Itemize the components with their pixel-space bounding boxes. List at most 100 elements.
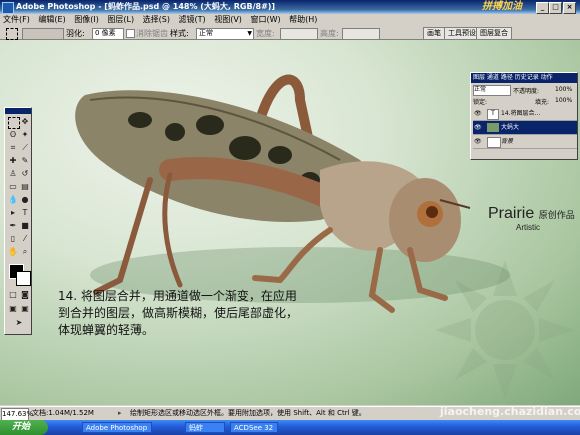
jump-to-imageready-icon[interactable]: ➤ — [14, 318, 24, 328]
logo-text: Prairie — [488, 205, 535, 222]
layer-thumbnail — [487, 123, 499, 132]
title-bar: Adobe Photoshop - [蚂蚱作品.psd @ 148% (大蚂大,… — [0, 0, 580, 14]
taskbar: 开始 Adobe Photoshop 蚂蚱 ACDSee 32 — [0, 420, 580, 435]
well-brushes[interactable]: 画笔 — [423, 27, 445, 40]
task-acdsee[interactable]: ACDSee 32 — [230, 422, 278, 433]
toolbox: ✥ ʘ ✦ ⌗ ⟋ ✚ ✎ ♙ ↺ ▭ ▤ 💧 ● ▸ T ✒ ■ ▯ ⁄ ✋ … — [4, 107, 32, 335]
opacity-label: 不透明度: — [513, 88, 540, 95]
logo-sub: 原创作品 — [538, 210, 575, 220]
menu-window[interactable]: 窗口(W) — [250, 15, 280, 24]
menu-select[interactable]: 选择(S) — [143, 15, 170, 24]
antialias-label: 消除锯齿 — [136, 29, 168, 38]
eraser-icon[interactable]: ▭ — [8, 182, 18, 192]
minimize-button[interactable]: _ — [536, 2, 549, 14]
selection-mode-buttons[interactable] — [22, 28, 64, 40]
move-icon[interactable]: ✥ — [20, 117, 30, 127]
menu-file[interactable]: 文件(F) — [3, 15, 30, 24]
well-tool-presets[interactable]: 工具预设 — [444, 27, 480, 40]
blend-mode-select[interactable]: 正常 — [473, 85, 511, 96]
stamp-icon[interactable]: ♙ — [8, 169, 18, 179]
layers-panel-tabs[interactable]: 图层 通道 路径 历史记录 动作 — [471, 73, 577, 83]
menu-filter[interactable]: 滤镜(T) — [179, 15, 206, 24]
tutorial-caption: 14. 将图层合并，用通道做一个渐变，在应用到合并的图层，做高斯模糊，使后尾部虚… — [58, 289, 299, 337]
eye-icon[interactable]: 👁 — [474, 121, 482, 134]
feather-input[interactable]: 0 像素 — [92, 28, 124, 40]
blur-icon[interactable]: 💧 — [8, 195, 18, 205]
toolbox-header[interactable] — [5, 108, 31, 114]
hand-icon[interactable]: ✋ — [8, 247, 18, 257]
layer-row[interactable]: 👁 背景 — [473, 135, 577, 149]
style-label: 样式: — [170, 29, 189, 38]
fill-value[interactable]: 100% — [555, 97, 572, 104]
layer-name: 14.将图层合... — [501, 110, 541, 117]
zoom-icon[interactable]: ⌕ — [20, 247, 30, 257]
chevron-down-icon: ▼ — [247, 30, 252, 37]
eye-icon[interactable]: 👁 — [474, 135, 482, 148]
task-grasshopper[interactable]: 蚂蚱 — [185, 422, 225, 433]
feather-label: 羽化: — [66, 29, 85, 38]
layer-row[interactable]: 👁 T 14.将图层合... — [473, 107, 577, 121]
layers-panel: 图层 通道 路径 历史记录 动作 正常 不透明度: 100% 锁定: 填充: 1… — [470, 72, 578, 160]
magic-wand-icon[interactable]: ✦ — [20, 130, 30, 140]
brand-logo-text: 拼搏加油 — [482, 1, 522, 12]
lock-label: 锁定: — [473, 99, 488, 106]
menu-layer[interactable]: 图层(L) — [107, 15, 134, 24]
background-color-swatch[interactable] — [16, 271, 31, 286]
task-photoshop[interactable]: Adobe Photoshop — [82, 422, 152, 433]
arrow-right-icon: ▸ — [118, 409, 122, 417]
path-selection-icon[interactable]: ▸ — [8, 208, 18, 218]
dodge-icon[interactable]: ● — [20, 195, 30, 205]
eyedropper-icon[interactable]: ⁄ — [20, 234, 30, 244]
screen-mode-1-icon[interactable]: ▣ — [8, 304, 18, 314]
quickmask-mode-icon[interactable]: ◙ — [20, 290, 30, 300]
standard-mode-icon[interactable]: □ — [8, 290, 18, 300]
opacity-value[interactable]: 100% — [555, 86, 572, 93]
antialias-checkbox[interactable] — [126, 29, 135, 38]
layer-row-selected[interactable]: 👁 大蚂大 — [473, 121, 577, 135]
shape-icon[interactable]: ■ — [20, 221, 30, 231]
style-select[interactable]: 正常 ▼ — [196, 28, 254, 40]
menu-image[interactable]: 图像(I) — [74, 15, 99, 24]
maximize-button[interactable]: □ — [549, 2, 562, 14]
menu-edit[interactable]: 编辑(E) — [38, 15, 65, 24]
crop-icon[interactable]: ⌗ — [8, 143, 18, 153]
close-button[interactable]: × — [563, 2, 576, 14]
blend-mode-value: 正常 — [474, 86, 487, 93]
logo-small: Artistic — [516, 223, 540, 232]
pen-icon[interactable]: ✒ — [8, 221, 18, 231]
window-title: Adobe Photoshop - [蚂蚱作品.psd @ 148% (大蚂大,… — [16, 2, 276, 11]
menu-help[interactable]: 帮助(H) — [289, 15, 317, 24]
height-label: 高度: — [320, 29, 339, 38]
gradient-icon[interactable]: ▤ — [20, 182, 30, 192]
lasso-icon[interactable]: ʘ — [8, 130, 18, 140]
width-input[interactable] — [280, 28, 318, 40]
marquee-icon[interactable] — [8, 117, 20, 129]
layer-name: 大蚂大 — [501, 124, 520, 131]
doc-size[interactable]: 文档:1.04M/1.52M — [32, 407, 94, 420]
healing-brush-icon[interactable]: ✚ — [8, 156, 18, 166]
notes-icon[interactable]: ▯ — [8, 234, 18, 244]
menu-bar: 文件(F) 编辑(E) 图像(I) 图层(L) 选择(S) 滤镜(T) 视图(V… — [0, 14, 580, 26]
eye-icon[interactable]: 👁 — [474, 107, 482, 120]
layer-name: 背景 — [501, 138, 514, 145]
type-icon[interactable]: T — [20, 208, 30, 218]
status-hint: 绘制矩形选区或移动选区外框。要用附加选项，使用 Shift、Alt 和 Ctrl… — [130, 409, 366, 417]
start-button[interactable]: 开始 — [0, 420, 48, 435]
history-brush-icon[interactable]: ↺ — [20, 169, 30, 179]
text-layer-icon: T — [487, 109, 499, 120]
screen-mode-2-icon[interactable]: ▣ — [20, 304, 30, 314]
prairie-logo: Prairie 原创作品 Artistic — [488, 205, 575, 232]
well-layer-comps[interactable]: 图层复合 — [476, 27, 512, 40]
options-bar: 羽化: 0 像素 消除锯齿 样式: 正常 ▼ 宽度: 高度: 画笔 工具预设 图… — [0, 26, 580, 40]
site-watermark: jiaocheng.chazidian.com — [440, 405, 580, 418]
marquee-tool-icon[interactable] — [6, 28, 18, 40]
height-input[interactable] — [342, 28, 380, 40]
layer-thumbnail — [487, 137, 501, 148]
style-value: 正常 — [199, 29, 213, 37]
slice-icon[interactable]: ⟋ — [20, 143, 30, 153]
menu-view[interactable]: 视图(V) — [214, 15, 242, 24]
photoshop-icon — [2, 2, 14, 14]
brush-icon[interactable]: ✎ — [20, 156, 30, 166]
width-label: 宽度: — [256, 29, 275, 38]
fill-label: 填充: — [535, 99, 550, 106]
